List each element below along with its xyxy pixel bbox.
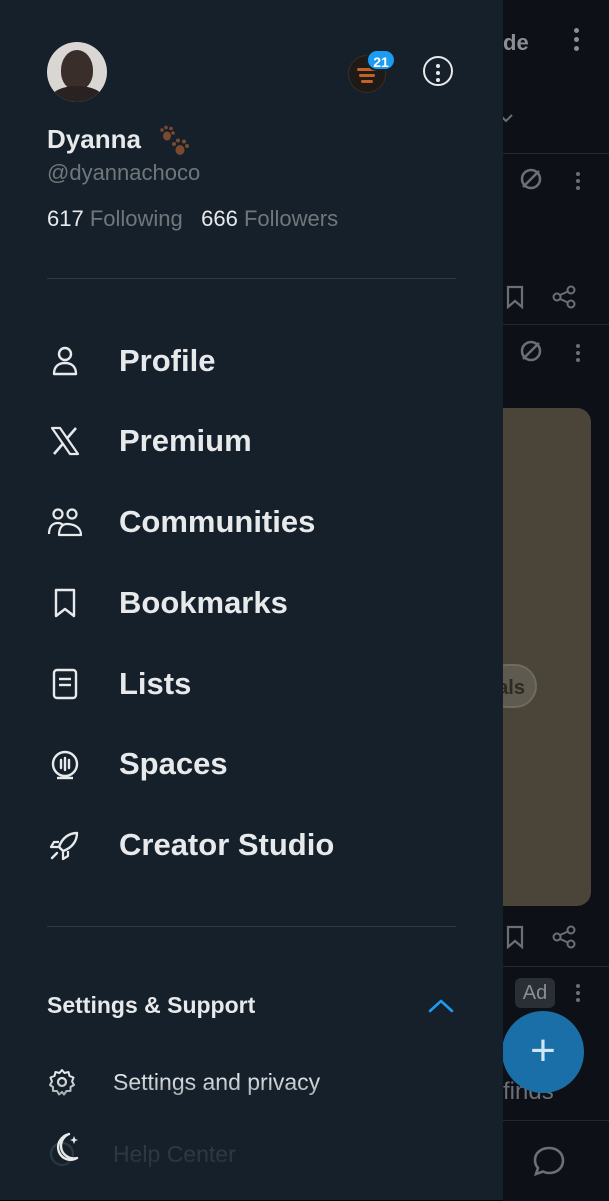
post-more-icon[interactable]: [572, 342, 584, 364]
menu-item-label: Bookmarks: [119, 585, 288, 620]
menu-item-label: Premium: [119, 423, 252, 458]
followers-count: 666: [201, 206, 238, 231]
share-icon[interactable]: [551, 284, 577, 310]
more-options-icon[interactable]: [423, 56, 453, 86]
post-more-icon[interactable]: [572, 982, 584, 1004]
notification-count-badge: 21: [366, 49, 396, 71]
feed-divider: [503, 324, 609, 325]
sub-item-label: Settings and privacy: [113, 1068, 321, 1095]
moon-icon[interactable]: [47, 1130, 83, 1166]
settings-support-toggle[interactable]: Settings & Support: [47, 992, 255, 1019]
rocket-icon: [47, 827, 83, 863]
menu-item-profile[interactable]: Profile: [47, 331, 467, 391]
menu-item-label: Communities: [119, 504, 316, 539]
post-media-image[interactable]: [503, 408, 591, 906]
bookmark-icon: [47, 585, 83, 621]
followers-label: Followers: [243, 206, 339, 231]
display-name[interactable]: Dyanna: [47, 124, 141, 155]
ad-badge: Ad: [515, 978, 555, 1008]
navigation-drawer: 21 Dyanna @dyannachoco 617 Following 666…: [0, 0, 503, 1200]
divider: [47, 926, 456, 927]
chevron-up-icon[interactable]: [428, 996, 454, 1016]
bookmark-icon[interactable]: [503, 284, 527, 310]
settings-and-privacy-item[interactable]: Settings and privacy: [47, 1060, 467, 1104]
menu-item-communities[interactable]: Communities: [47, 492, 467, 552]
divider: [47, 278, 456, 279]
user-handle[interactable]: @dyannachoco: [47, 160, 200, 186]
share-icon[interactable]: [551, 924, 577, 950]
feed-more-icon[interactable]: [566, 28, 586, 58]
menu-item-lists[interactable]: Lists: [47, 654, 467, 714]
communities-icon: [47, 504, 83, 540]
followers-link[interactable]: 666 Followers: [201, 206, 338, 231]
gear-icon: [47, 1067, 77, 1097]
menu-item-label: Spaces: [119, 746, 228, 781]
following-label: Following: [89, 206, 183, 231]
person-icon: [47, 343, 83, 379]
not-interested-icon[interactable]: [518, 166, 544, 192]
sub-item-label: Help Center: [113, 1140, 236, 1167]
feed-header-fragment: de: [503, 30, 529, 55]
compose-post-button[interactable]: +: [502, 1011, 584, 1093]
following-link[interactable]: 617 Following: [47, 206, 189, 231]
menu-item-premium[interactable]: Premium: [47, 411, 467, 471]
post-more-icon[interactable]: [572, 170, 584, 192]
help-center-item[interactable]: Help Center: [47, 1132, 467, 1176]
menu-item-spaces[interactable]: Spaces: [47, 734, 467, 794]
feed-divider: [503, 966, 609, 967]
feed-divider: [503, 153, 609, 154]
menu-item-creator-studio[interactable]: Creator Studio: [47, 815, 467, 875]
menu-item-label: Profile: [119, 343, 216, 378]
menu-item-label: Creator Studio: [119, 827, 335, 862]
spaces-icon: [47, 746, 83, 782]
x-logo-icon: [47, 423, 83, 459]
bookmark-icon[interactable]: [503, 924, 527, 950]
menu-item-bookmarks[interactable]: Bookmarks: [47, 573, 467, 633]
messages-icon[interactable]: [531, 1143, 567, 1179]
bottom-navigation: [503, 1120, 609, 1201]
follow-stats: 617 Following 666 Followers: [47, 206, 338, 232]
following-count: 617: [47, 206, 84, 231]
not-interested-icon[interactable]: [518, 338, 544, 364]
paw-prints-icon: [160, 125, 189, 155]
list-icon: [47, 666, 83, 702]
avatar[interactable]: [47, 42, 107, 102]
menu-item-label: Lists: [119, 666, 192, 701]
